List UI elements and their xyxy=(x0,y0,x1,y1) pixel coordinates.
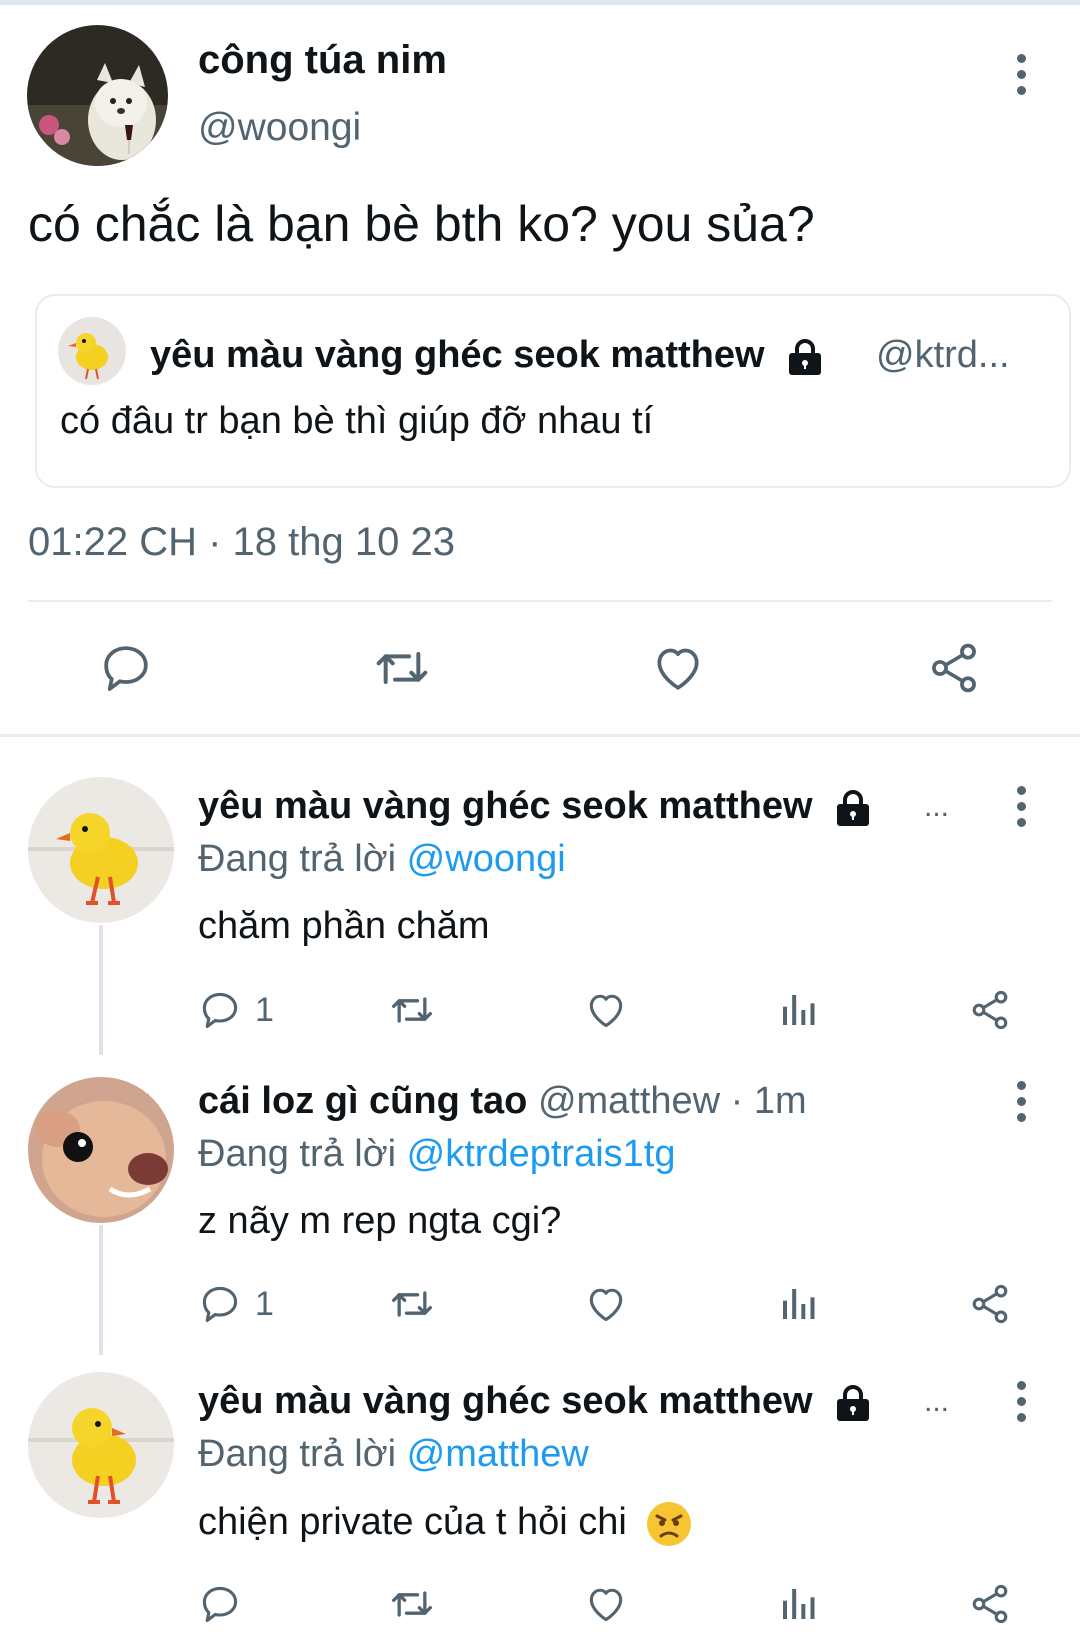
share-icon[interactable] xyxy=(924,638,984,698)
lock-icon xyxy=(837,1385,870,1421)
quoted-author-name-text: yêu màu vàng ghéc seok matthew xyxy=(150,334,765,376)
share-icon[interactable] xyxy=(966,986,1014,1034)
reply-author-name[interactable]: cái loz gì cũng tao @matthew · 1m xyxy=(198,1080,807,1123)
more-options-icon[interactable] xyxy=(1011,1081,1031,1131)
views-icon[interactable] xyxy=(774,1280,822,1328)
reply-text: z nãy m rep ngta cgi? xyxy=(198,1200,562,1242)
share-icon[interactable] xyxy=(966,1580,1014,1628)
like-icon[interactable] xyxy=(582,1580,630,1628)
quoted-tweet[interactable] xyxy=(35,294,1071,488)
more-options-icon[interactable] xyxy=(1011,786,1031,836)
retweet-icon[interactable] xyxy=(386,1280,438,1328)
reply-author-name-text: cái loz gì cũng tao xyxy=(198,1080,528,1122)
quoted-author-name: yêu màu vàng ghéc seok matthew xyxy=(150,334,825,377)
reply-author-handle: @matthew · 1m xyxy=(537,1080,807,1122)
reply-author-name[interactable]: yêu màu vàng ghéc seok matthew xyxy=(198,785,873,828)
reply-avatar[interactable] xyxy=(28,777,174,923)
mention-link[interactable]: @matthew xyxy=(407,1433,589,1475)
views-icon[interactable] xyxy=(774,1580,822,1628)
reply-author-name-text: yêu màu vàng ghéc seok matthew xyxy=(198,785,813,827)
replying-prefix: Đang trả lời xyxy=(198,1133,407,1175)
reply-text: chiện private của t hỏi chi xyxy=(198,1500,693,1548)
section-separator xyxy=(0,734,1080,737)
reply-text-content: chiện private của t hỏi chi xyxy=(198,1501,627,1544)
views-icon[interactable] xyxy=(774,986,822,1034)
replying-to: Đang trả lời @matthew xyxy=(198,1433,589,1476)
more-options-icon[interactable] xyxy=(1011,1381,1031,1431)
tweet-timestamp: 01:22 CH · 18 thg 10 23 xyxy=(28,520,455,564)
thread-line xyxy=(99,1225,103,1355)
truncation-ellipsis: ... xyxy=(924,1385,950,1418)
mention-link[interactable]: @woongi xyxy=(407,838,566,880)
like-icon[interactable] xyxy=(582,986,630,1034)
more-options-icon[interactable] xyxy=(1011,54,1031,104)
reply-count: 1 xyxy=(255,1285,274,1323)
lock-icon xyxy=(789,339,822,375)
reply-avatar[interactable] xyxy=(28,1372,174,1518)
like-icon[interactable] xyxy=(648,638,708,698)
share-icon[interactable] xyxy=(966,1280,1014,1328)
quoted-tweet-text: có đâu tr bạn bè thì giúp đỡ nhau tí xyxy=(60,400,654,442)
reply-icon[interactable] xyxy=(196,1280,244,1328)
reply-icon[interactable] xyxy=(96,638,156,698)
reply-text: chăm phần chăm xyxy=(198,905,490,947)
reply-author-name-text: yêu màu vàng ghéc seok matthew xyxy=(198,1380,813,1422)
tweet-text: có chắc là bạn bè bth ko? you sủa? xyxy=(28,196,815,252)
author-name[interactable]: công túa nim xyxy=(198,38,447,83)
replying-to: Đang trả lời @woongi xyxy=(198,838,566,881)
like-icon[interactable] xyxy=(582,1280,630,1328)
retweet-icon[interactable] xyxy=(370,638,434,698)
reply-icon[interactable] xyxy=(196,1580,244,1628)
lock-icon xyxy=(837,790,870,826)
retweet-icon[interactable] xyxy=(386,986,438,1034)
replying-prefix: Đang trả lời xyxy=(198,1433,407,1475)
truncation-ellipsis: ... xyxy=(924,790,950,823)
divider xyxy=(28,600,1052,602)
mention-link[interactable]: @ktrdeptrais1tg xyxy=(407,1133,676,1175)
reply-icon[interactable] xyxy=(196,986,244,1034)
reply-avatar[interactable] xyxy=(28,1077,174,1223)
reply-author-name[interactable]: yêu màu vàng ghéc seok matthew xyxy=(198,1380,873,1423)
angry-face-icon xyxy=(647,1502,692,1546)
quoted-author-avatar xyxy=(58,317,126,385)
reply-count: 1 xyxy=(255,991,274,1029)
replying-to: Đang trả lời @ktrdeptrais1tg xyxy=(198,1133,675,1176)
top-border xyxy=(0,0,1080,5)
retweet-icon[interactable] xyxy=(386,1580,438,1628)
replying-prefix: Đang trả lời xyxy=(198,838,407,880)
author-handle[interactable]: @woongi xyxy=(198,106,361,150)
quoted-author-handle: @ktrd... xyxy=(876,334,1010,376)
author-avatar[interactable] xyxy=(27,25,168,166)
thread-line xyxy=(99,925,103,1055)
